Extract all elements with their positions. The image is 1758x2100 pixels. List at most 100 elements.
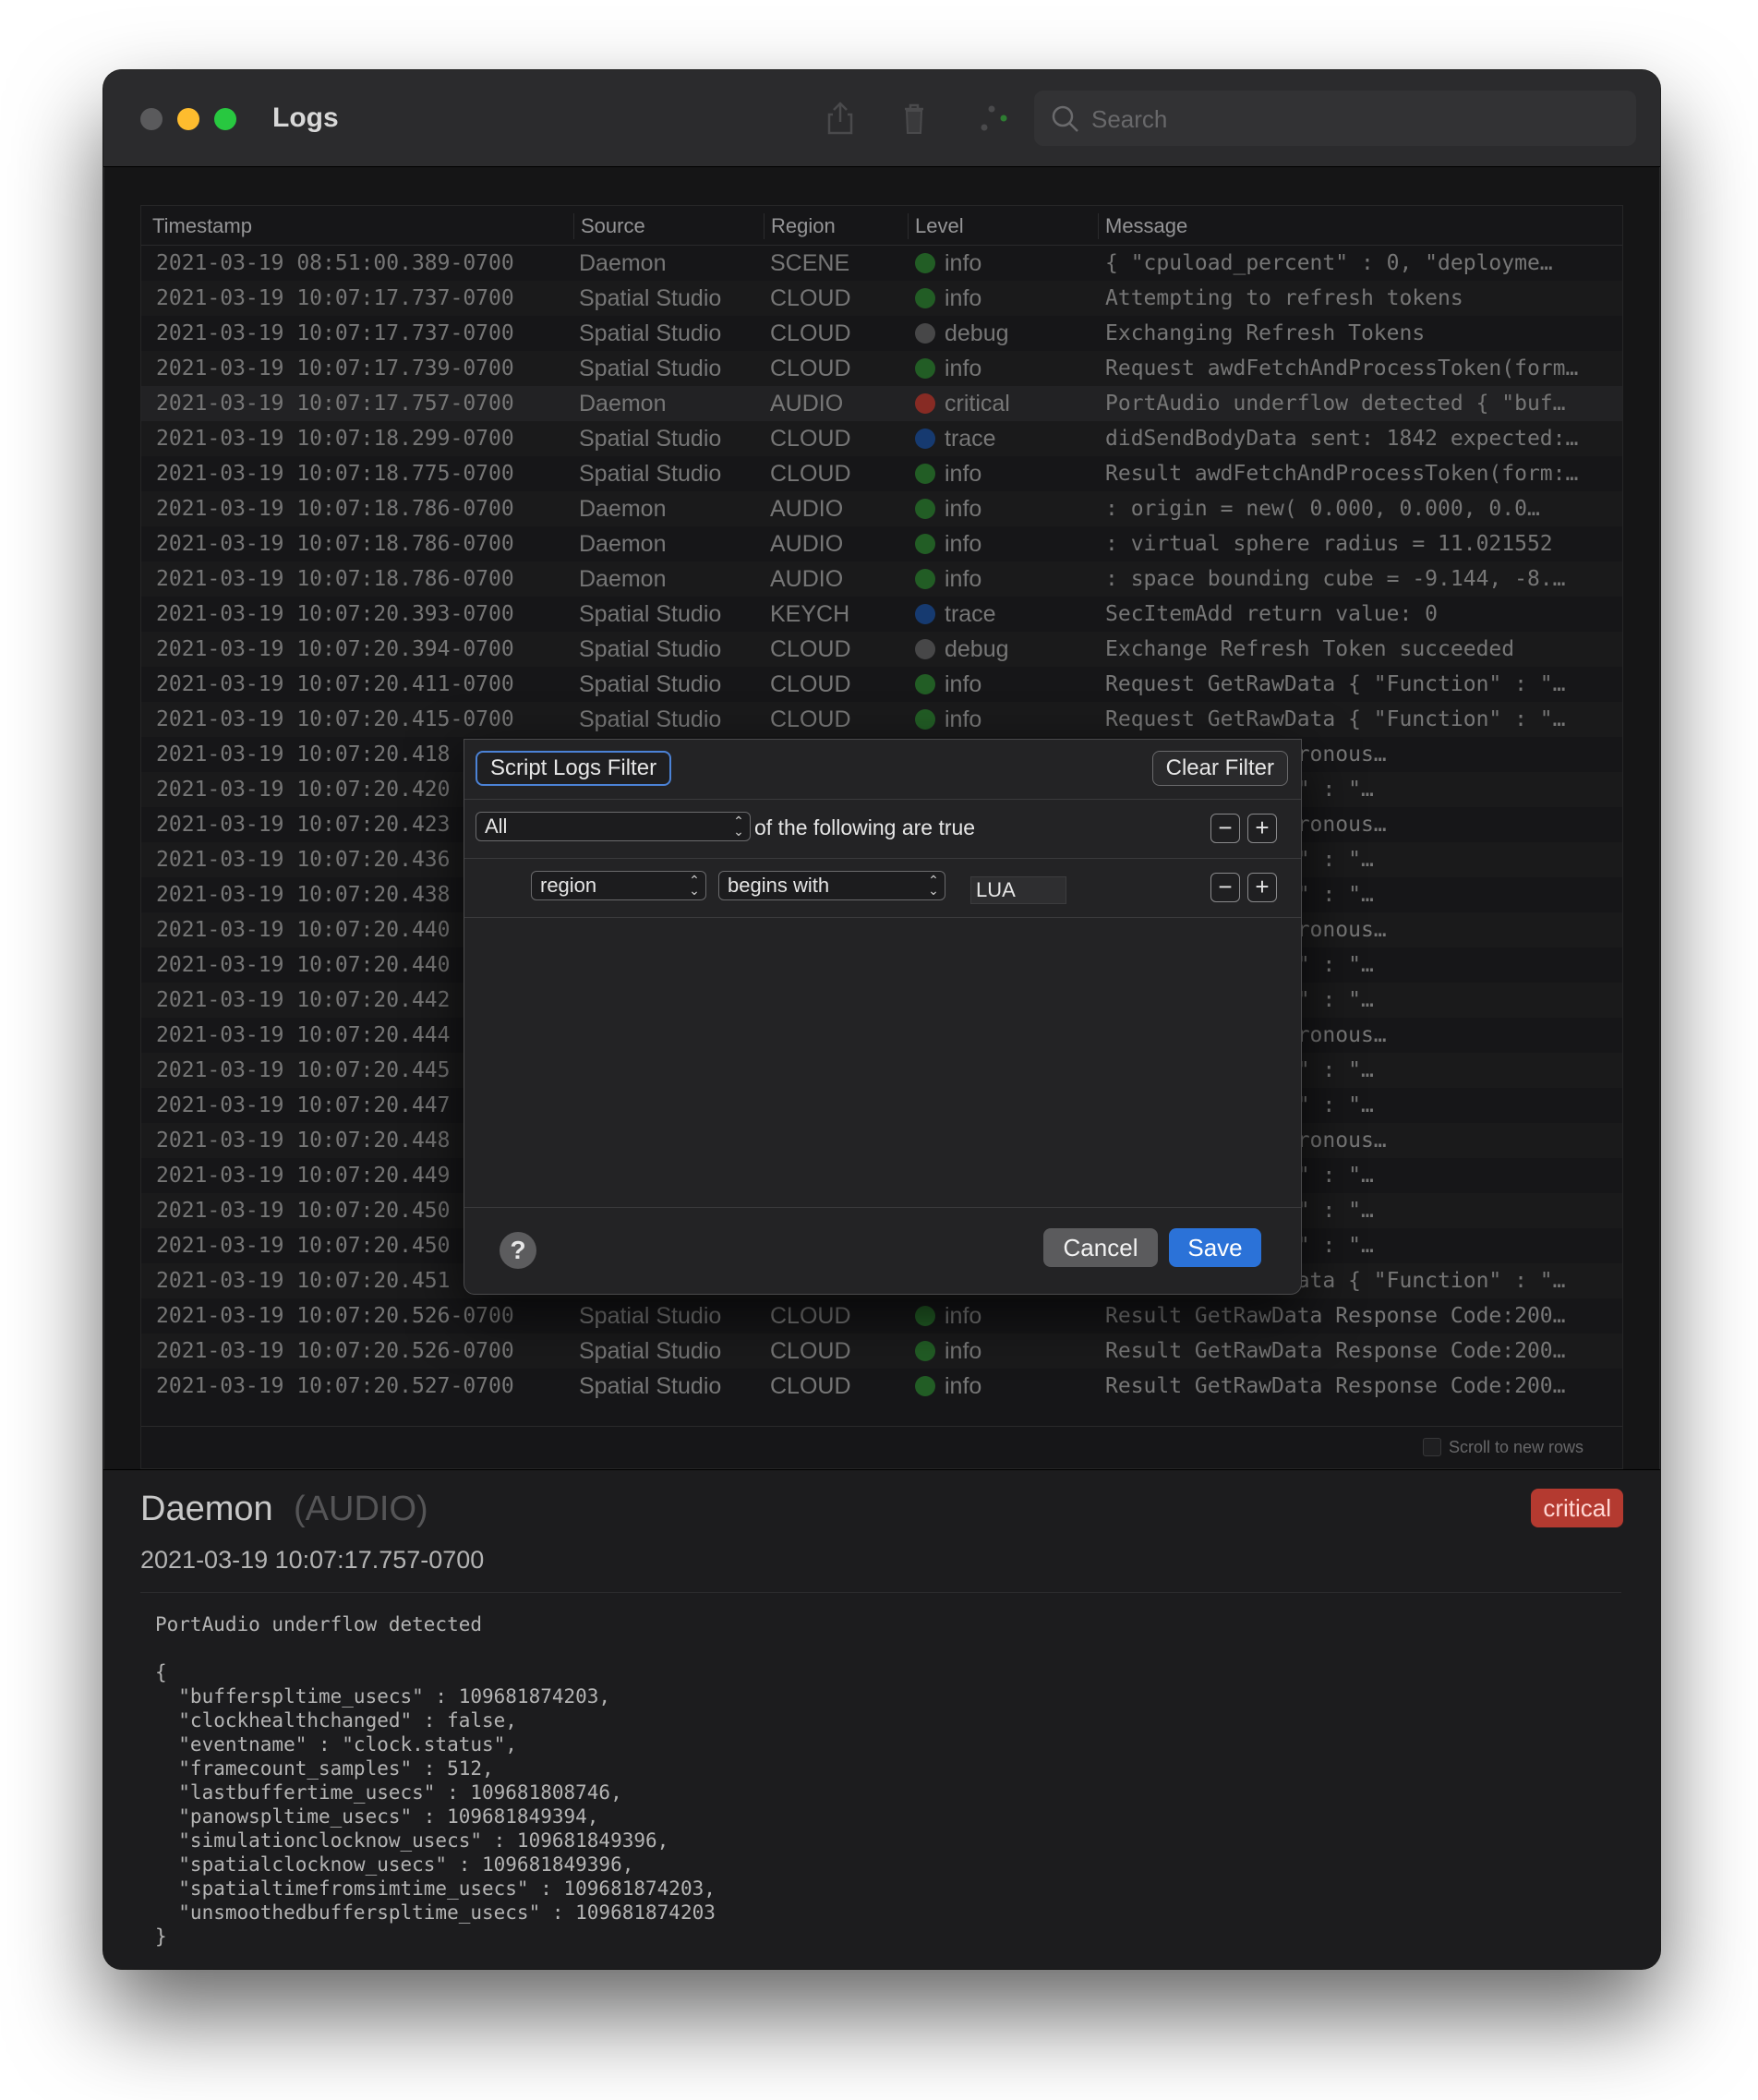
remove-rule-button[interactable]: − — [1210, 814, 1240, 843]
column-header-message[interactable]: Message — [1105, 206, 1187, 245]
save-button[interactable]: Save — [1169, 1228, 1261, 1267]
zoom-window-button[interactable] — [214, 108, 236, 130]
level-dot-icon — [915, 709, 935, 730]
cell-region: AUDIO — [770, 531, 844, 557]
cell-region: KEYCH — [770, 601, 850, 627]
cell-message: Exchange Refresh Token succeeded — [1105, 637, 1515, 661]
cell-source: Spatial Studio — [579, 320, 722, 346]
column-header-region[interactable]: Region — [771, 206, 836, 245]
cell-timestamp: 2021-03-19 10:07:20.394-0700 — [156, 637, 514, 661]
criterion-operator-popup[interactable]: begins with ⌃ ⌄ — [718, 871, 945, 900]
table-row[interactable]: 2021-03-19 10:07:20.394-0700 Spatial Stud… — [141, 632, 1622, 667]
table-row[interactable]: 2021-03-19 10:07:20.415-0700 Spatial Stud… — [141, 702, 1622, 737]
cell-region: CLOUD — [770, 285, 851, 311]
level-dot-icon — [915, 604, 935, 624]
cell-timestamp: 2021-03-19 10:07:17.737-0700 — [156, 321, 514, 345]
cell-source: Spatial Studio — [579, 601, 722, 627]
popup-arrows-icon: ⌃ ⌄ — [689, 873, 700, 898]
cell-message: : origin = new( 0.000, 0.000, 0.0… — [1105, 497, 1540, 521]
add-criterion-button[interactable]: + — [1247, 873, 1277, 902]
table-row[interactable]: 2021-03-19 10:07:20.526-0700 Spatial Stud… — [141, 1298, 1622, 1334]
network-status-icon[interactable] — [973, 100, 1010, 137]
scroll-to-new-rows-checkbox[interactable] — [1423, 1438, 1441, 1456]
level-dot-icon — [915, 288, 935, 308]
detail-message: PortAudio underflow detected { "buffersp… — [155, 1613, 716, 1948]
cell-source: Spatial Studio — [579, 285, 722, 311]
level-dot-icon — [915, 674, 935, 694]
table-row[interactable]: 2021-03-19 10:07:18.786-0700 Daemon AUDIO i… — [141, 526, 1622, 561]
cell-source: Spatial Studio — [579, 426, 722, 452]
cell-timestamp: 2021-03-19 10:07:18.775-0700 — [156, 462, 514, 486]
cell-region: AUDIO — [770, 566, 844, 592]
popup-arrows-icon: ⌃ ⌄ — [733, 814, 744, 839]
level-dot-icon — [915, 1341, 935, 1361]
column-header-source[interactable]: Source — [581, 206, 645, 245]
level-label: debug — [945, 320, 1009, 346]
cell-region: CLOUD — [770, 320, 851, 346]
level-dot-icon — [915, 323, 935, 344]
cell-source: Daemon — [579, 566, 667, 592]
table-row[interactable]: 2021-03-19 10:07:20.526-0700 Spatial Stud… — [141, 1334, 1622, 1369]
level-label: info — [945, 566, 982, 592]
cell-timestamp: 2021-03-19 10:07:20.526-0700 — [156, 1304, 514, 1328]
clear-filter-button[interactable]: Clear Filter — [1151, 751, 1288, 786]
cell-message: Result GetRawData Response Code:200… — [1105, 1339, 1566, 1363]
cell-message: { "cpuload_percent" : 0, "deployme… — [1105, 251, 1553, 275]
table-row[interactable]: 2021-03-19 10:07:20.393-0700 Spatial Stud… — [141, 597, 1622, 632]
cell-timestamp: 2021-03-19 10:07:20.411-0700 — [156, 672, 514, 696]
detail-source: Daemon — [140, 1490, 273, 1528]
table-row[interactable]: 2021-03-19 10:07:18.786-0700 Daemon AUDIO i… — [141, 491, 1622, 526]
close-window-button[interactable] — [140, 108, 163, 130]
criterion-field-popup[interactable]: region ⌃ ⌄ — [531, 871, 706, 900]
cell-source: Spatial Studio — [579, 1338, 722, 1364]
criterion-value-input[interactable] — [970, 876, 1066, 904]
search-input[interactable] — [1090, 91, 1629, 148]
cell-level: info — [915, 1369, 1090, 1404]
table-row[interactable]: 2021-03-19 10:07:18.786-0700 Daemon AUDIO i… — [141, 561, 1622, 597]
level-label: info — [945, 1303, 982, 1329]
share-icon[interactable] — [822, 100, 859, 137]
table-row[interactable]: 2021-03-19 10:07:20.411-0700 Spatial Stud… — [141, 667, 1622, 702]
minimize-window-button[interactable] — [177, 108, 199, 130]
cell-timestamp: 2021-03-19 10:07:18.299-0700 — [156, 427, 514, 451]
help-button[interactable]: ? — [500, 1232, 536, 1269]
table-row[interactable]: 2021-03-19 10:07:17.757-0700 Daemon AUDIO c… — [141, 386, 1622, 421]
cell-source: Daemon — [579, 250, 667, 276]
cell-level: info — [915, 491, 1090, 526]
table-row[interactable]: 2021-03-19 10:07:17.739-0700 Spatial Stud… — [141, 351, 1622, 386]
column-header-timestamp[interactable]: Timestamp — [152, 206, 252, 245]
trash-icon[interactable] — [896, 100, 933, 137]
detail-timestamp: 2021-03-19 10:07:17.757-0700 — [140, 1546, 485, 1574]
cell-region: CLOUD — [770, 426, 851, 452]
cancel-button[interactable]: Cancel — [1043, 1228, 1158, 1267]
cell-source: Daemon — [579, 496, 667, 522]
match-mode-text: of the following are true — [754, 815, 976, 839]
cell-timestamp: 2021-03-19 10:07:20.393-0700 — [156, 602, 514, 626]
cell-region: CLOUD — [770, 461, 851, 487]
cell-level: critical — [915, 386, 1090, 421]
level-label: trace — [945, 426, 996, 452]
cell-timestamp: 2021-03-19 10:07:18.786-0700 — [156, 567, 514, 591]
table-row[interactable]: 2021-03-19 08:51:00.389-0700 Daemon SCENE i… — [141, 246, 1622, 281]
table-row[interactable]: 2021-03-19 10:07:18.775-0700 Spatial Stud… — [141, 456, 1622, 491]
script-logs-filter-button[interactable]: Script Logs Filter — [476, 751, 672, 786]
filter-sheet-footer: ? Cancel Save — [464, 1207, 1301, 1295]
cell-region: SCENE — [770, 250, 850, 276]
search-field-container — [1034, 91, 1636, 148]
criterion-field-value: region — [540, 874, 597, 897]
cell-timestamp: 2021-03-19 10:07:17.757-0700 — [156, 392, 514, 416]
table-row[interactable]: 2021-03-19 10:07:20.527-0700 Spatial Stud… — [141, 1369, 1622, 1404]
cell-message: didSendBodyData sent: 1842 expected:… — [1105, 427, 1579, 451]
column-header-level[interactable]: Level — [915, 206, 964, 245]
search-icon — [1052, 105, 1078, 132]
remove-criterion-button[interactable]: − — [1210, 873, 1240, 902]
match-mode-popup[interactable]: All ⌃ ⌄ — [476, 812, 751, 841]
table-row[interactable]: 2021-03-19 10:07:17.737-0700 Spatial Stud… — [141, 281, 1622, 316]
title-bar: Logs — [103, 70, 1660, 167]
table-row[interactable]: 2021-03-19 10:07:17.737-0700 Spatial Stud… — [141, 316, 1622, 351]
cell-source: Spatial Studio — [579, 671, 722, 697]
cell-region: CLOUD — [770, 636, 851, 662]
table-row[interactable]: 2021-03-19 10:07:18.299-0700 Spatial Stud… — [141, 421, 1622, 456]
add-rule-button[interactable]: + — [1247, 814, 1277, 843]
cell-region: CLOUD — [770, 706, 851, 732]
